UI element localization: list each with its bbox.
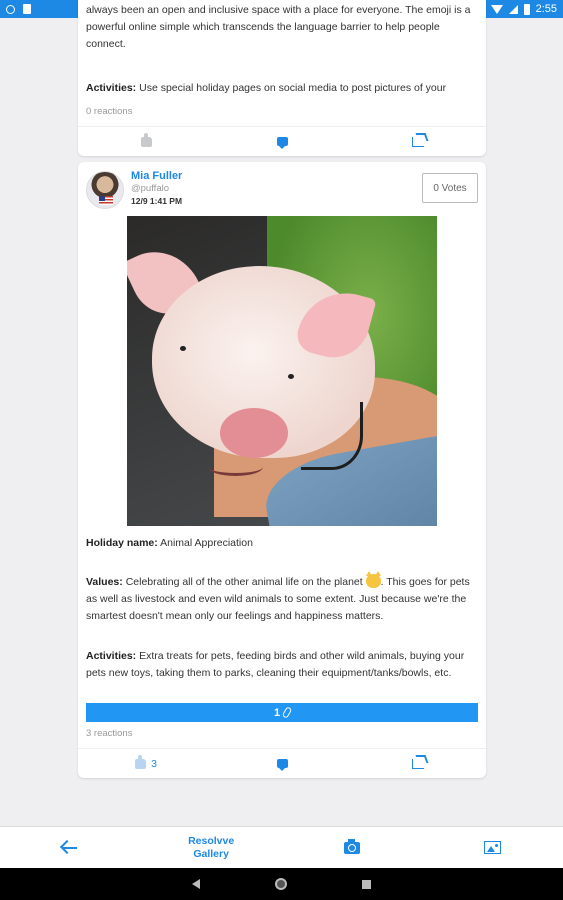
post-body-text: always been an open and inclusive space …: [86, 4, 471, 50]
like-count: 3: [151, 757, 157, 770]
gallery-button[interactable]: [422, 841, 563, 854]
signal-icon: [508, 4, 518, 14]
post-activities: Activities: Extra treats for pets, feedi…: [78, 648, 486, 682]
share-icon: [412, 758, 424, 769]
thumbs-up-icon: [140, 132, 152, 147]
comment-button[interactable]: [214, 137, 350, 149]
arrow-left-icon: [63, 846, 78, 849]
back-button[interactable]: [0, 846, 141, 849]
comment-icon: [276, 137, 288, 149]
resolve-gallery-label: Resolvve Gallery: [188, 834, 235, 860]
flag-icon: [99, 196, 113, 205]
user-name[interactable]: Mia Fuller: [131, 170, 182, 182]
reactions-count[interactable]: 0 reactions: [78, 106, 140, 117]
nav-back-icon[interactable]: [192, 879, 200, 889]
like-button[interactable]: 3: [78, 754, 214, 770]
share-button[interactable]: [350, 758, 486, 769]
post-card: always been an open and inclusive space …: [78, 0, 486, 156]
camera-icon: [343, 838, 360, 854]
attachments-button[interactable]: 1: [86, 703, 478, 722]
post-action-bar: [78, 126, 486, 156]
camera-button[interactable]: [282, 838, 423, 854]
avatar[interactable]: [86, 171, 124, 209]
activities-text: Use special holiday pages on social medi…: [139, 82, 447, 94]
thumbs-up-icon: [135, 754, 147, 769]
sd-card-icon: [23, 4, 31, 14]
image-icon: [484, 841, 502, 854]
holiday-value: Animal Appreciation: [160, 537, 253, 549]
user-handle: @puffalo: [131, 183, 169, 194]
post-activities: Activities: Use special holiday pages on…: [78, 80, 486, 97]
post-timestamp: 12/9 1:41 PM: [131, 196, 183, 206]
holiday-label: Holiday name:: [86, 537, 158, 549]
activities-label: Activities:: [86, 650, 137, 662]
like-button[interactable]: [78, 132, 214, 147]
post-action-bar: 3: [78, 748, 486, 778]
post-values: Values: Celebrating all of the other ani…: [78, 571, 486, 625]
resolve-gallery-button[interactable]: Resolvve Gallery: [141, 835, 282, 861]
bottom-toolbar: Resolvve Gallery: [0, 826, 563, 868]
share-button[interactable]: [350, 136, 486, 147]
status-time: 2:55: [535, 3, 557, 15]
system-nav-bar: [0, 868, 563, 900]
nav-home-icon[interactable]: [275, 878, 287, 890]
paperclip-icon: [281, 706, 293, 719]
votes-button[interactable]: 0 Votes: [422, 173, 478, 203]
nav-recents-icon[interactable]: [362, 879, 371, 889]
comment-icon: [276, 759, 288, 771]
values-text: Celebrating all of the other animal life…: [125, 576, 363, 588]
post-card: Mia Fuller @puffalo 12/9 1:41 PM 0 Votes…: [78, 162, 486, 778]
cat-emoji-icon: [365, 571, 381, 588]
activities-text: Extra treats for pets, feeding birds and…: [86, 650, 465, 679]
activities-label: Activities:: [86, 82, 137, 94]
attachments-count: 1: [273, 706, 281, 719]
battery-icon: [523, 3, 530, 15]
share-icon: [412, 136, 424, 147]
post-image[interactable]: [127, 216, 437, 526]
notification-icon: [6, 4, 15, 14]
holiday-name: Holiday name: Animal Appreciation: [78, 535, 261, 552]
reactions-count[interactable]: 3 reactions: [78, 728, 140, 739]
wifi-icon: [490, 4, 503, 14]
values-label: Values:: [86, 576, 123, 588]
comment-button[interactable]: [214, 759, 350, 771]
